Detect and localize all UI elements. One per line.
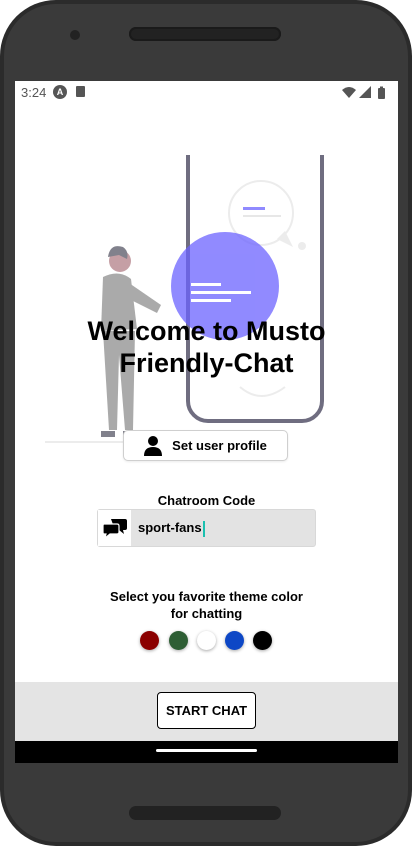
theme-swatch-blue[interactable] bbox=[225, 631, 244, 650]
chatroom-code-label: Chatroom Code bbox=[157, 493, 256, 508]
chatroom-icon-box bbox=[98, 510, 131, 546]
chatroom-code-field[interactable]: sport-fans bbox=[97, 509, 316, 547]
set-user-profile-button[interactable]: Set user profile bbox=[123, 430, 288, 461]
signal-icon bbox=[359, 86, 371, 98]
front-camera bbox=[70, 30, 80, 40]
status-time: 3:24 bbox=[21, 85, 47, 100]
earpiece-speaker bbox=[129, 27, 281, 41]
theme-swatch-black[interactable] bbox=[253, 631, 272, 650]
status-right-icons bbox=[342, 86, 385, 99]
home-gesture-pill[interactable] bbox=[156, 749, 257, 752]
chatroom-code-value: sport-fans bbox=[138, 520, 202, 535]
theme-label-line-2: for chatting bbox=[170, 606, 243, 621]
status-bar: 3:24 A bbox=[15, 81, 398, 105]
chat-bubbles-icon bbox=[102, 519, 127, 538]
user-icon bbox=[144, 435, 163, 456]
theme-color-picker bbox=[140, 631, 275, 651]
theme-label-line-1: Select you favorite theme color bbox=[110, 589, 303, 604]
title-line-2: Friendly-Chat bbox=[119, 348, 294, 378]
page-title: Welcome to Musto Friendly-Chat bbox=[15, 315, 398, 379]
bottom-action-bar: START CHAT bbox=[15, 682, 398, 741]
theme-swatch-white[interactable] bbox=[197, 631, 216, 650]
theme-color-label: Select you favorite theme color for chat… bbox=[15, 588, 398, 622]
wifi-icon bbox=[342, 87, 356, 98]
chatroom-code-input[interactable]: sport-fans bbox=[138, 510, 205, 546]
phone-frame: 3:24 A Welcome to Musto Friendly-Chat Se… bbox=[0, 0, 412, 846]
app-screen: 3:24 A Welcome to Musto Friendly-Chat Se… bbox=[15, 81, 398, 763]
title-line-1: Welcome to Musto bbox=[87, 316, 326, 346]
system-navigation-bar bbox=[15, 741, 398, 763]
android-a-icon: A bbox=[53, 85, 67, 99]
start-chat-button[interactable]: START CHAT bbox=[157, 692, 256, 729]
bottom-speaker bbox=[129, 806, 281, 820]
battery-icon bbox=[378, 86, 385, 99]
theme-swatch-red[interactable] bbox=[140, 631, 159, 650]
set-user-profile-label: Set user profile bbox=[172, 438, 267, 453]
text-cursor bbox=[202, 520, 205, 537]
theme-swatch-green[interactable] bbox=[169, 631, 188, 650]
chat-illustration bbox=[45, 155, 324, 443]
sd-card-icon bbox=[76, 86, 85, 97]
